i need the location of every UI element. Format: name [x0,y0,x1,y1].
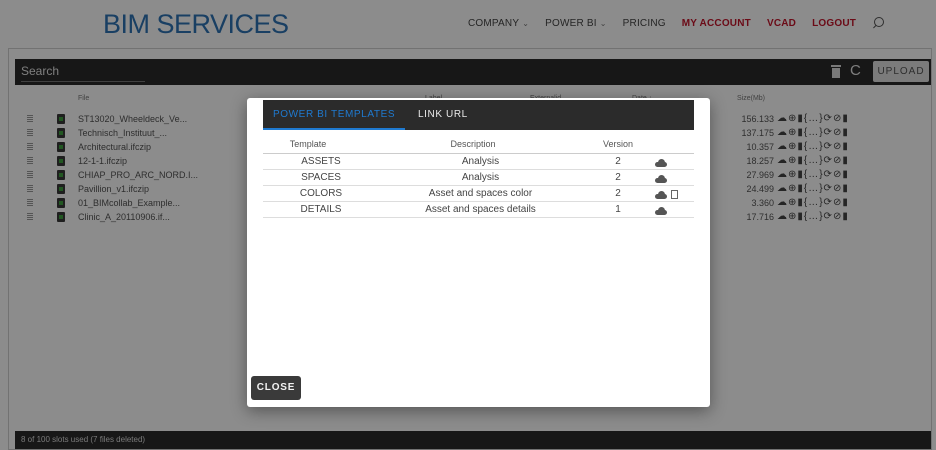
template-row: ASSETS Analysis 2 [263,154,694,170]
cloud-download-icon[interactable] [655,175,667,183]
template-version: 2 [615,156,621,167]
power-bi-dialog: POWER BI TEMPLATES LINK URL Template Des… [247,98,710,407]
template-name: SPACES [301,172,341,183]
col-header-version: Version [602,139,634,149]
close-button[interactable]: CLOSE [251,376,301,400]
document-icon[interactable] [671,190,678,199]
template-row: DETAILS Asset and spaces details 1 [263,202,694,218]
col-header-description: Description [450,139,496,149]
template-description: Asset and spaces details [425,204,536,215]
cloud-download-icon[interactable] [655,207,667,215]
tab-power-bi-templates[interactable]: POWER BI TEMPLATES [263,100,406,130]
cloud-download-icon[interactable] [655,159,667,167]
template-name: DETAILS [300,204,342,215]
cloud-download-icon[interactable] [655,191,667,199]
dialog-tabs: POWER BI TEMPLATES LINK URL [263,100,694,130]
template-description: Asset and spaces color [428,188,533,199]
template-version: 2 [615,188,621,199]
template-name: COLORS [299,188,343,199]
template-name: ASSETS [301,156,341,167]
template-description: Analysis [461,172,500,183]
template-row: SPACES Analysis 2 [263,170,694,186]
col-header-template: Template [289,139,327,149]
template-row: COLORS Asset and spaces color 2 [263,186,694,202]
template-description: Analysis [461,156,500,167]
template-version: 1 [615,204,621,215]
tab-link-url[interactable]: LINK URL [408,100,478,130]
template-version: 2 [615,172,621,183]
